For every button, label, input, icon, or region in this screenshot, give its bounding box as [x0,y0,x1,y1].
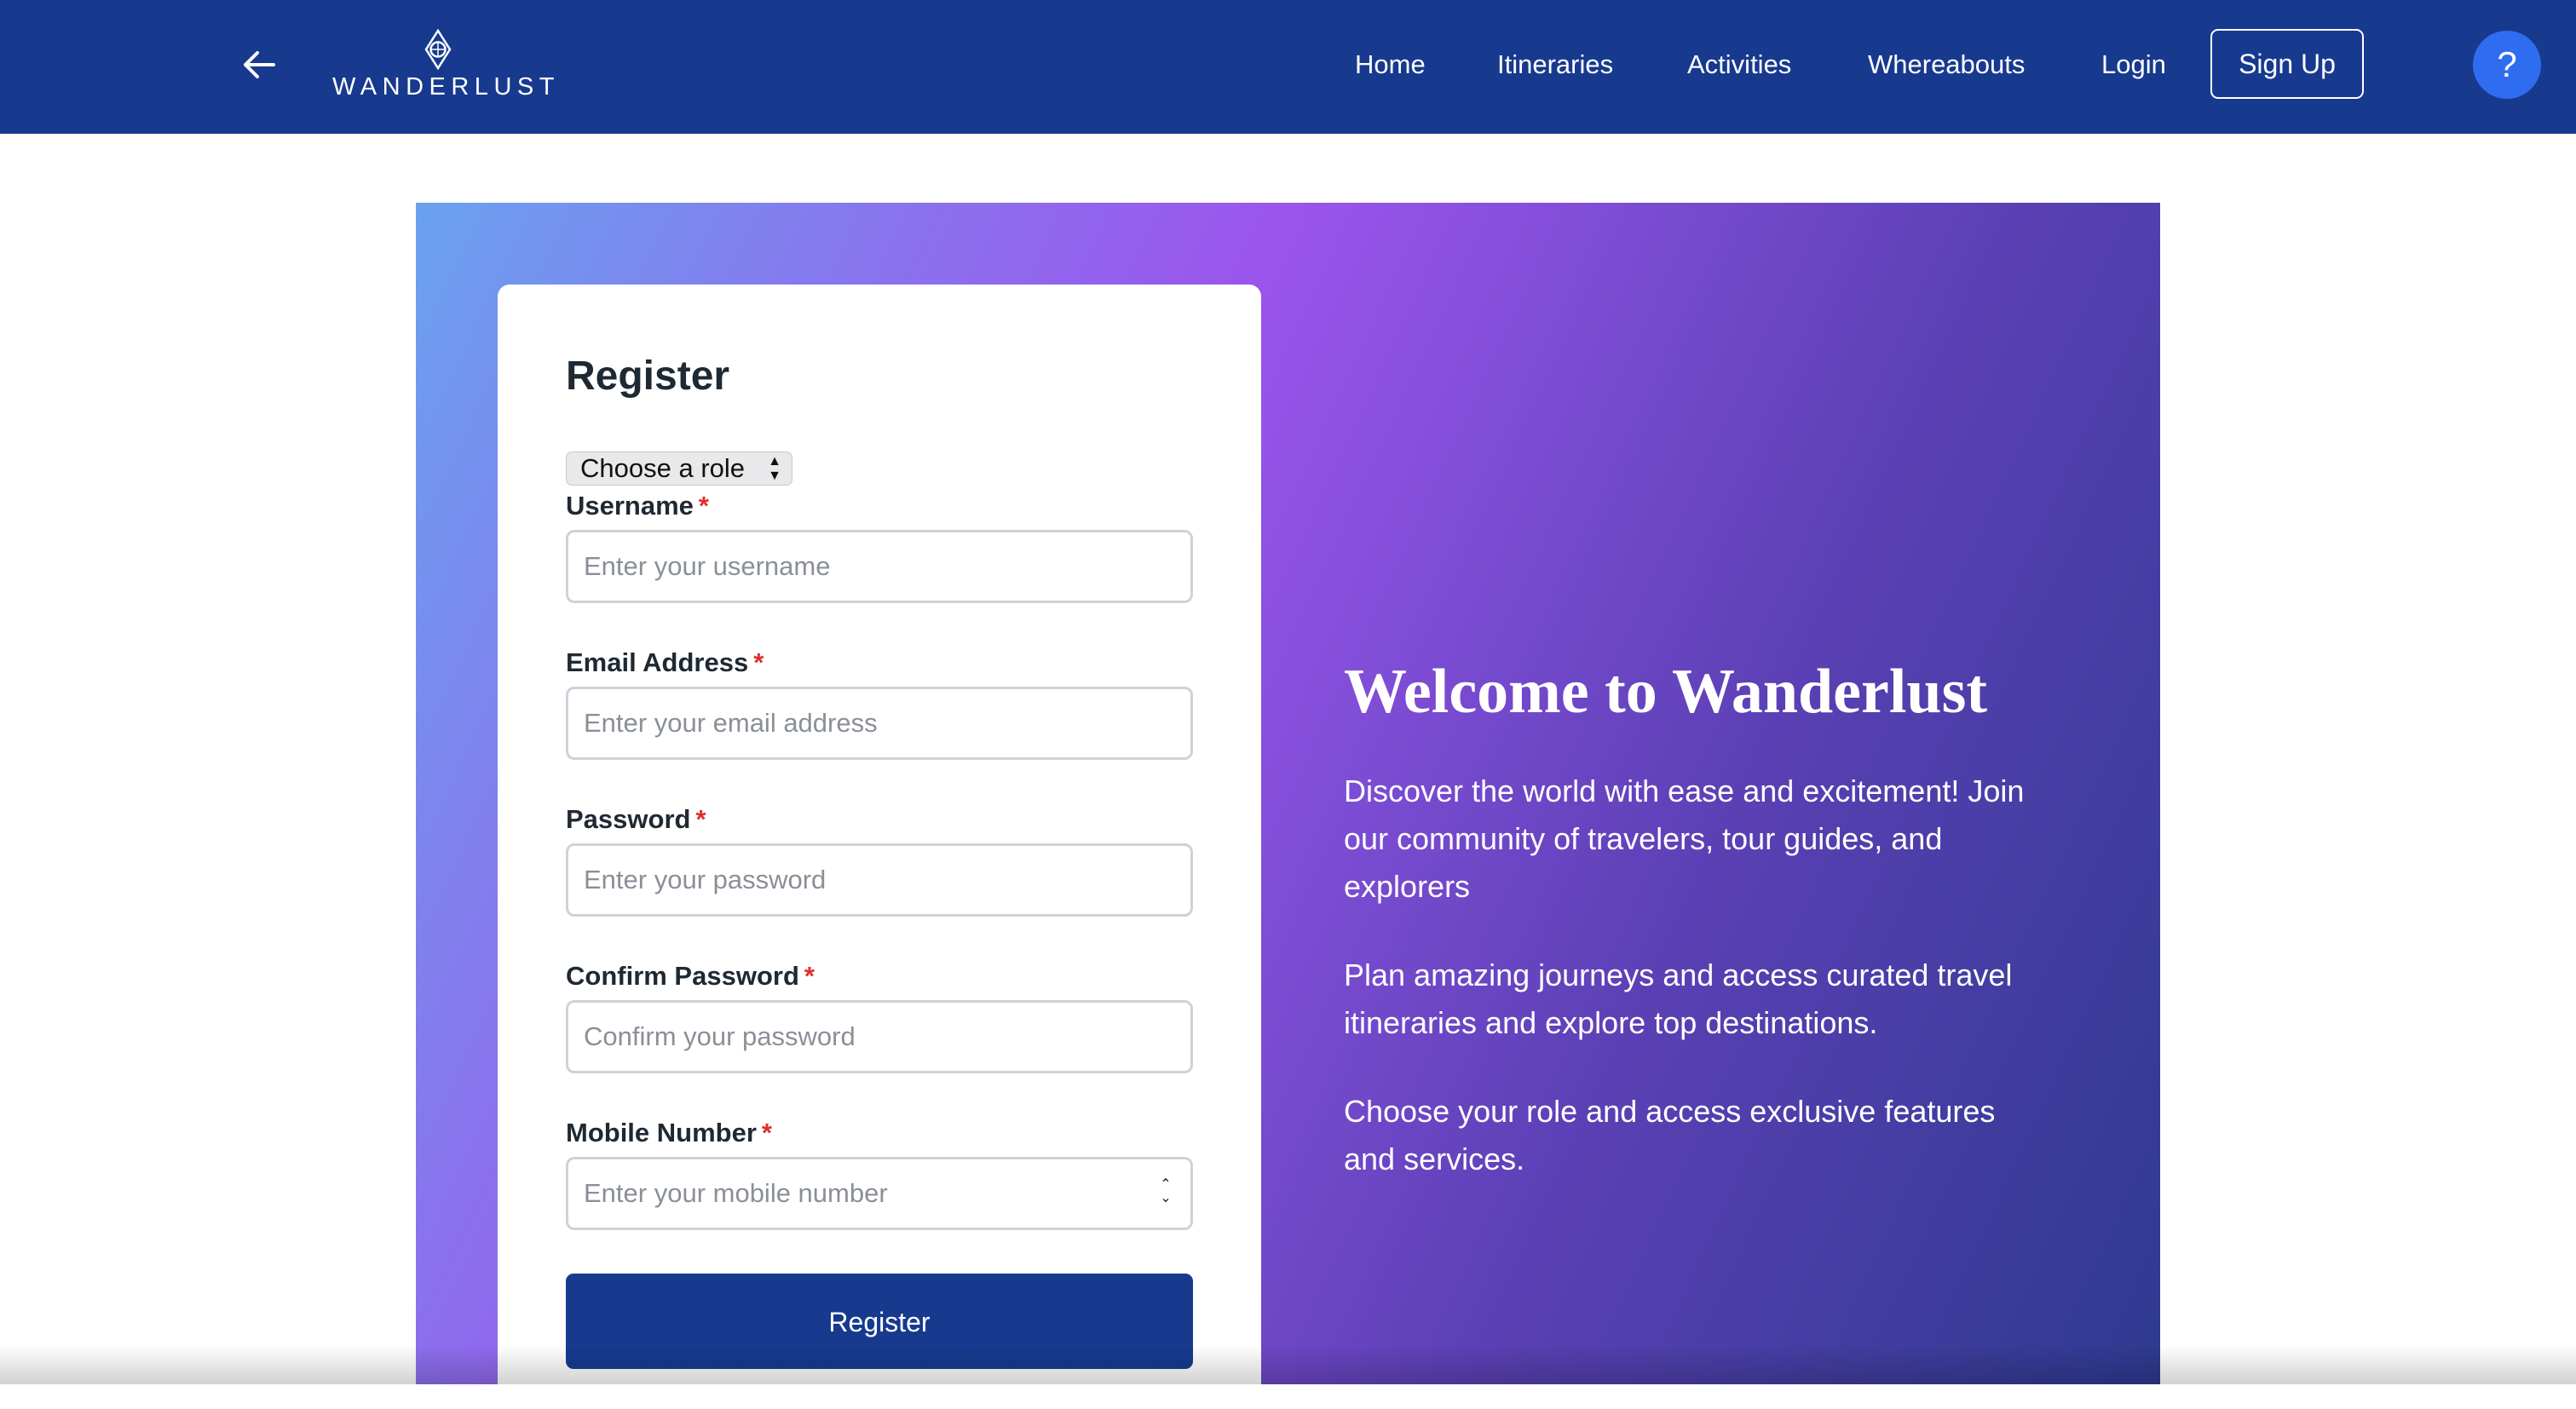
username-input[interactable] [566,530,1193,603]
help-button[interactable]: ? [2473,31,2541,99]
password-input[interactable] [566,843,1193,917]
signup-button[interactable]: Sign Up [2210,29,2364,99]
welcome-title: Welcome to Wanderlust [1344,657,1988,727]
brand-logo-text[interactable]: WANDERLUST [332,73,554,101]
email-label: Email Address * [566,647,764,677]
confirm-password-label: Confirm Password * [566,961,815,991]
register-title: Register [566,354,730,399]
username-label: Username * [566,491,709,520]
role-select-value: Choose a role [580,453,746,483]
mobile-label: Mobile Number * [566,1118,772,1147]
password-label: Password * [566,804,706,834]
required-star: * [698,491,709,520]
required-star: * [761,1118,772,1147]
register-button[interactable]: Register [566,1274,1193,1369]
welcome-paragraph-2: Plan amazing journeys and access curated… [1344,958,2013,1040]
role-select[interactable]: Choose a role ▲ ▼ [566,451,792,486]
required-star: * [804,961,815,991]
welcome-paragraph-1: Discover the world with ease and excitem… [1344,774,2025,904]
nav-link-whereabouts[interactable]: Whereabouts [1868,46,2025,83]
back-arrow-icon[interactable] [237,43,281,87]
nav-link-activities[interactable]: Activities [1687,46,1791,83]
nav-link-home[interactable]: Home [1355,46,1426,83]
top-navbar: WANDERLUST Home Itineraries Activities W… [0,0,2576,134]
nav-link-itineraries[interactable]: Itineraries [1497,46,1613,83]
compass-logo-icon [424,29,452,70]
welcome-paragraph-3: Choose your role and access exclusive fe… [1344,1094,1996,1176]
mobile-input[interactable] [566,1157,1193,1230]
nav-link-login[interactable]: Login [2101,46,2166,83]
register-card: Register Choose a role ▲▼ Username* Emai… [498,285,1261,1409]
required-star: * [695,804,706,834]
required-star: * [753,647,764,677]
email-input[interactable] [566,687,1193,760]
confirm-password-input[interactable] [566,1000,1193,1073]
select-arrows-icon: ▲ ▼ [768,454,781,483]
